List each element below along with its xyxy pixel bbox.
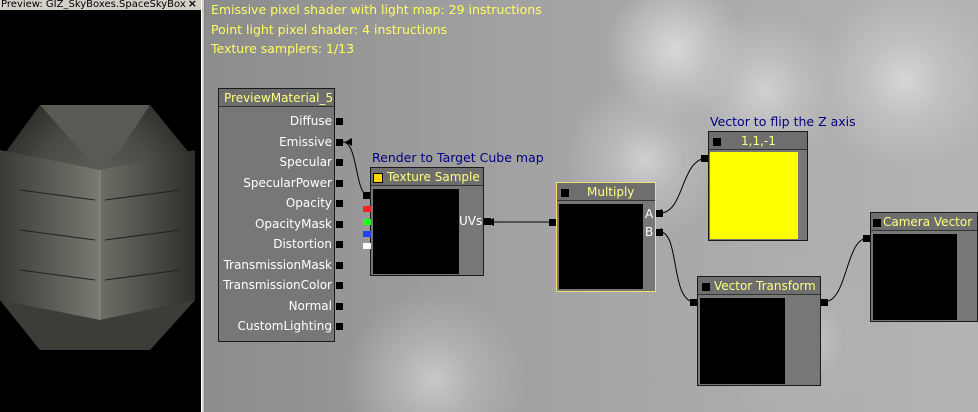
material-input-pin[interactable] [336,282,343,289]
material-input-label: Opacity [285,196,332,210]
material-input-pin[interactable] [336,261,343,269]
material-input-pin[interactable] [336,200,343,207]
preview-viewport[interactable] [0,0,201,412]
material-input-label: SpecularPower [243,175,332,190]
texture-preview-thumbnail [373,189,459,274]
camera-vector-node[interactable]: Camera Vector [870,212,978,322]
material-input-label: OpacityMask [254,216,332,231]
preview-title-bar: Preview: GIZ_SkyBoxes.SpaceSkyBox × [0,0,201,10]
vector-transform-title[interactable]: Vector Transform [698,277,820,295]
material-input-label: Emissive [279,134,332,149]
texture-sample-node[interactable]: Texture Sample UVs [370,167,484,276]
input-a-label: A [645,207,654,221]
node-flag-icon [873,218,881,227]
vector-constant-title[interactable]: 1,1,-1 [709,132,807,150]
material-input-pin[interactable] [336,159,343,166]
stat-line: Point light pixel shader: 4 instructions [211,21,448,37]
vector-transform-output-pin[interactable] [690,299,697,306]
material-input-label: Normal [288,298,332,313]
material-input-pin[interactable] [336,118,343,125]
alpha-channel-pin[interactable] [363,243,371,249]
blue-channel-pin[interactable] [363,231,371,237]
stat-line: Texture samplers: 1/13 [211,41,355,56]
stat-line: Emissive pixel shader with light map: 29… [211,2,542,17]
material-input-pin[interactable] [336,323,343,330]
input-b-label: B [645,225,654,239]
material-input-pin[interactable] [336,179,343,187]
shader-stats: Emissive pixel shader with light map: 29… [211,0,542,59]
close-icon[interactable]: × [187,0,197,9]
material-input-pin[interactable] [336,220,343,228]
vector-constant-node[interactable]: 1,1,-1 [708,131,808,241]
preview-pane[interactable] [0,0,201,412]
red-channel-pin[interactable] [363,206,371,212]
vector-constant-color-preview [710,152,798,239]
texture-rgb-output-pin[interactable] [363,192,370,199]
material-input-label: TransmissionMask [223,257,332,272]
node-flag-icon [713,137,721,146]
node-flag-icon [373,172,383,183]
texture-sample-title[interactable]: Texture Sample [371,168,483,186]
vector-transform-node[interactable]: Vector Transform [697,276,821,386]
multiply-preview-thumbnail [559,204,643,289]
multiply-input-b-pin[interactable] [656,229,663,236]
multiply-title-text: Multiply [587,185,635,199]
multiply-title[interactable]: Multiply [557,183,655,201]
material-input-label: CustomLighting [237,319,332,333]
material-input-pin[interactable] [336,138,343,146]
node-flag-icon [702,282,710,291]
texture-sample-comment: Render to Target Cube map [372,150,544,165]
vector-constant-output-pin[interactable] [701,155,708,162]
preview-title: Preview: GIZ_SkyBoxes.SpaceSkyBox [1,0,186,10]
camera-vector-title-text: Camera Vector [883,215,973,229]
material-node-title[interactable]: PreviewMaterial_5 [219,89,334,107]
material-input-label: Distortion [273,237,332,251]
node-flag-icon [561,188,569,197]
camera-vector-preview-thumbnail [873,234,957,320]
vector-const-comment: Vector to flip the Z axis [710,114,856,129]
material-input-label: Diffuse [289,114,332,128]
vector-transform-input-pin[interactable] [821,299,828,306]
vector-constant-title-text: 1,1,-1 [741,134,776,148]
uvs-input-label: UVs [459,214,483,228]
vector-transform-title-text: Vector Transform [714,279,816,293]
material-input-label: TransmissionColor [223,278,332,292]
material-input-label: Specular [279,155,332,169]
camera-vector-title[interactable]: Camera Vector [871,213,977,231]
vector-transform-preview-thumbnail [700,298,785,384]
material-input-pin[interactable] [336,302,343,310]
texture-sample-title-text: Texture Sample [387,170,480,184]
multiply-output-pin[interactable] [549,219,556,226]
material-input-pin[interactable] [336,241,343,248]
multiply-input-a-pin[interactable] [656,210,663,217]
multiply-node[interactable]: Multiply A B [556,182,656,292]
green-channel-pin[interactable] [363,219,371,225]
uvs-input-pin[interactable] [484,218,491,225]
camera-vector-output-pin[interactable] [863,235,870,242]
